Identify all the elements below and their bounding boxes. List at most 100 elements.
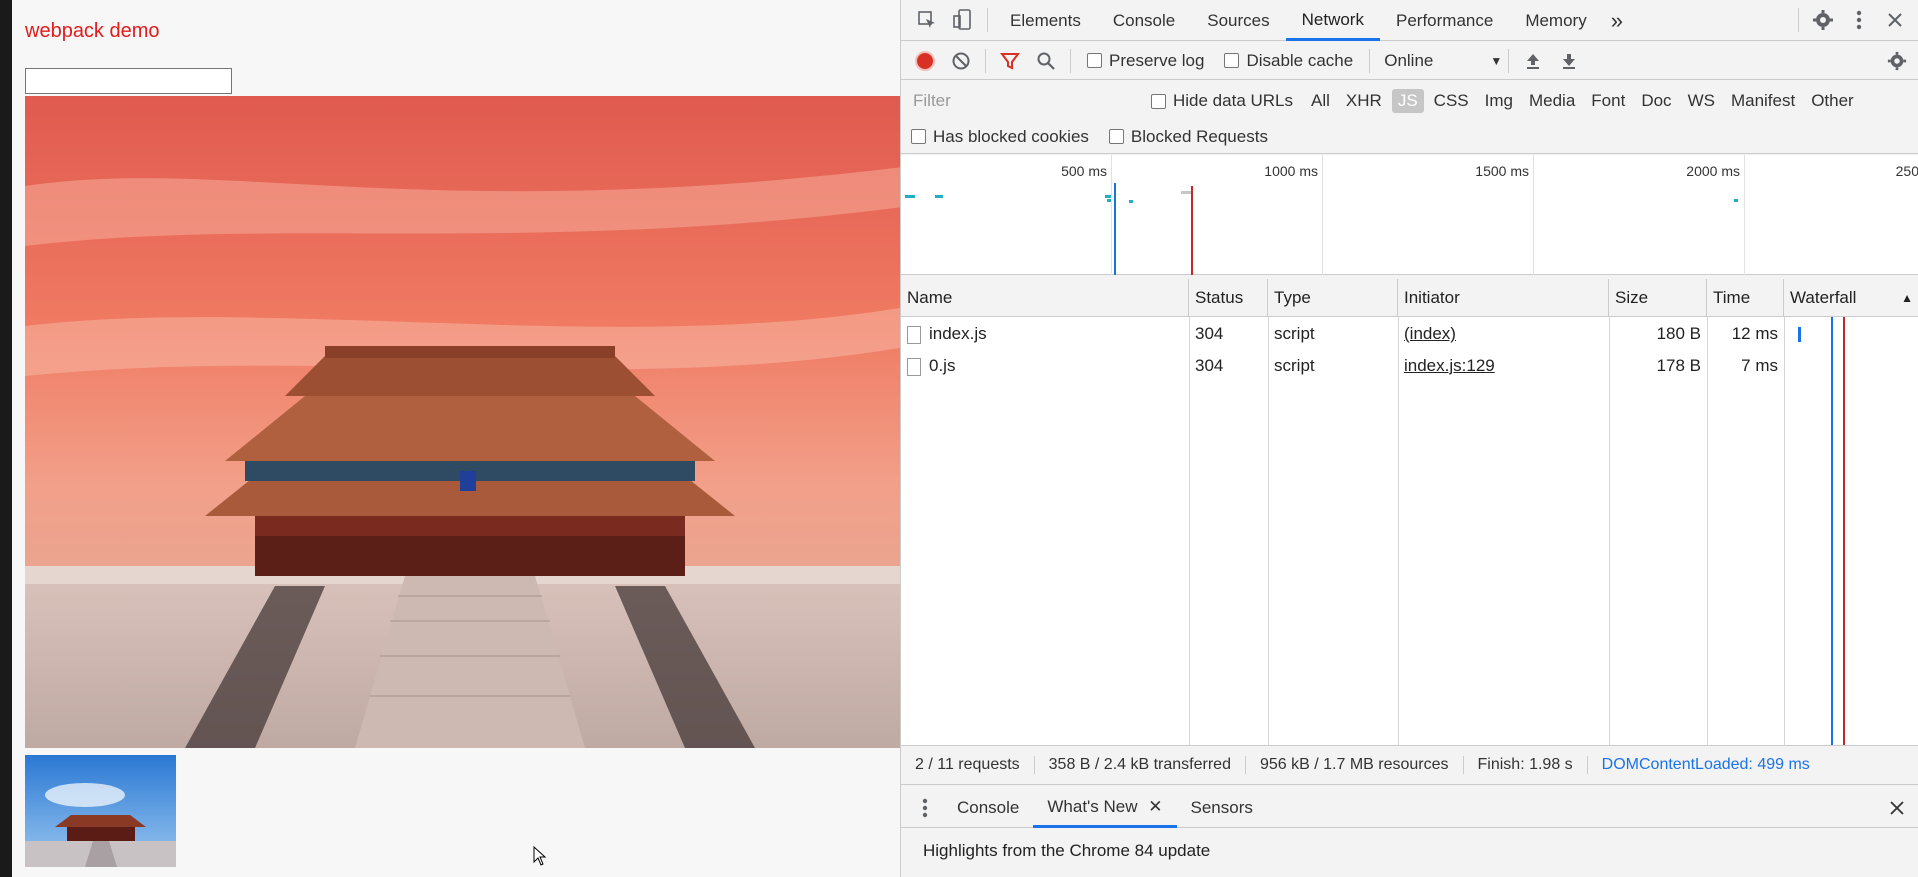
summary-dom-content-loaded: DOMContentLoaded: 499 ms [1601, 756, 1810, 773]
network-settings-gear-icon[interactable] [1879, 43, 1915, 79]
separator [1798, 8, 1799, 32]
request-type: script [1274, 356, 1315, 375]
request-initiator-link[interactable]: index.js:129 [1398, 350, 1609, 382]
has-blocked-cookies-checkbox[interactable]: Has blocked cookies [911, 127, 1089, 147]
request-status: 304 [1195, 356, 1224, 375]
separator [985, 48, 986, 73]
filter-type-all[interactable]: All [1305, 89, 1336, 113]
tab-memory[interactable]: Memory [1509, 0, 1602, 41]
filter-type-img[interactable]: Img [1479, 89, 1519, 113]
more-options-icon[interactable] [1841, 2, 1877, 38]
drawer-tab-whats-new[interactable]: What's New ✕ [1033, 788, 1177, 828]
inspect-element-icon[interactable] [909, 2, 945, 38]
filter-type-media[interactable]: Media [1523, 89, 1581, 113]
checkbox-box[interactable] [1224, 53, 1240, 68]
palace-sunset-image [25, 96, 911, 748]
page-title: webpack demo [25, 20, 160, 42]
tab-console[interactable]: Console [1097, 0, 1191, 41]
checkbox-box[interactable] [911, 129, 926, 144]
checkbox-box[interactable] [1087, 53, 1102, 68]
separator [1508, 48, 1510, 73]
devtools-panel: Elements Console Sources Network Perform… [900, 0, 1918, 877]
drawer-tab-console[interactable]: Console [943, 788, 1033, 828]
preserve-log-label: Preserve log [1109, 50, 1205, 70]
filter-type-js[interactable]: JS [1391, 89, 1424, 113]
filter-type-other[interactable]: Other [1805, 89, 1860, 113]
tab-elements[interactable]: Elements [994, 0, 1097, 41]
request-time: 12 ms [1731, 324, 1778, 343]
network-toolbar: Preserve log Disable cache Online ▼ [901, 42, 1918, 80]
separator [1369, 48, 1371, 73]
request-name: 0.js [929, 356, 956, 375]
close-tab-icon[interactable]: ✕ [1148, 797, 1162, 816]
hide-data-urls-checkbox[interactable]: Hide data URLs [1151, 91, 1293, 111]
drawer-tab-sensors[interactable]: Sensors [1177, 788, 1267, 828]
checkbox-box[interactable] [1151, 93, 1166, 109]
waterfall-bar [1798, 327, 1801, 342]
summary-resources: 956 kB / 1.7 MB resources [1246, 756, 1464, 774]
throttling-value: Online [1384, 50, 1434, 70]
request-name: index.js [929, 324, 987, 343]
request-name-cell[interactable]: index.js [901, 318, 1189, 350]
blocked-filter-bar: Has blocked cookies Blocked Requests [901, 120, 1918, 154]
column-header-waterfall[interactable]: Waterfall ▲ [1784, 279, 1918, 317]
request-initiator-link[interactable]: (index) [1398, 318, 1609, 350]
clear-icon[interactable] [943, 43, 979, 79]
drawer-menu-icon[interactable] [907, 790, 943, 826]
separator [987, 8, 988, 32]
chevron-down-icon: ▼ [1490, 53, 1503, 68]
request-name-cell[interactable]: 0.js [901, 350, 1189, 382]
disable-cache-checkbox[interactable]: Disable cache [1224, 51, 1353, 71]
device-toolbar-icon[interactable] [945, 2, 981, 38]
mouse-cursor-icon [533, 846, 547, 866]
separator [1070, 48, 1071, 73]
export-har-icon[interactable] [1551, 43, 1587, 79]
tab-sources[interactable]: Sources [1191, 0, 1285, 41]
summary-transferred: 358 B / 2.4 kB transferred [1035, 756, 1246, 774]
throttling-select[interactable]: Online ▼ [1384, 51, 1502, 71]
search-icon[interactable] [1028, 43, 1064, 79]
filter-type-css[interactable]: CSS [1428, 89, 1475, 113]
filter-icon[interactable] [992, 43, 1028, 79]
import-har-icon[interactable] [1515, 43, 1551, 79]
tab-network[interactable]: Network [1285, 0, 1380, 41]
table-row[interactable]: index.js 304 script (index) 180 B 12 ms [901, 318, 1918, 350]
hide-data-urls-label: Hide data URLs [1173, 91, 1294, 110]
text-input[interactable] [25, 68, 232, 94]
blocked-requests-label: Blocked Requests [1130, 126, 1268, 146]
filter-type-font[interactable]: Font [1585, 89, 1631, 113]
network-overview-timeline[interactable]: 500 ms 1000 ms 1500 ms 2000 ms 250 [901, 155, 1918, 275]
filter-type-doc[interactable]: Doc [1635, 89, 1677, 113]
drawer-tabbar: Console What's New ✕ Sensors [901, 788, 1918, 828]
record-icon[interactable] [907, 43, 943, 79]
column-header-initiator[interactable]: Initiator [1398, 279, 1609, 317]
checkbox-box[interactable] [1108, 129, 1124, 144]
filter-input[interactable]: Filter [901, 91, 1141, 111]
more-tabs-icon[interactable]: » [1603, 0, 1631, 41]
whats-new-message: Highlights from the Chrome 84 update [923, 841, 1211, 860]
blocked-requests-checkbox[interactable]: Blocked Requests [1108, 126, 1268, 147]
requests-table: index.js 304 script (index) 180 B 12 ms … [901, 317, 1918, 745]
request-size: 178 B [1656, 356, 1701, 375]
settings-gear-icon[interactable] [1805, 2, 1841, 38]
request-status: 304 [1195, 324, 1224, 343]
close-drawer-icon[interactable] [1879, 790, 1915, 826]
column-header-name[interactable]: Name [901, 279, 1189, 317]
page-viewport: webpack demo [12, 0, 911, 877]
filter-type-ws[interactable]: WS [1682, 89, 1721, 113]
filter-type-xhr[interactable]: XHR [1340, 89, 1388, 113]
column-header-time[interactable]: Time [1707, 279, 1784, 317]
filter-type-manifest[interactable]: Manifest [1725, 89, 1801, 113]
column-header-size[interactable]: Size [1609, 279, 1707, 317]
table-row[interactable]: 0.js 304 script index.js:129 178 B 7 ms [901, 350, 1918, 382]
tab-performance[interactable]: Performance [1380, 0, 1509, 41]
request-type: script [1274, 324, 1315, 343]
column-header-type[interactable]: Type [1268, 279, 1398, 317]
sort-up-icon: ▲ [1901, 291, 1913, 305]
file-icon [907, 357, 921, 376]
column-header-status[interactable]: Status [1189, 279, 1268, 317]
close-devtools-icon[interactable] [1877, 2, 1913, 38]
disable-cache-label: Disable cache [1246, 50, 1354, 70]
file-icon [907, 325, 921, 344]
preserve-log-checkbox[interactable]: Preserve log [1087, 51, 1204, 71]
